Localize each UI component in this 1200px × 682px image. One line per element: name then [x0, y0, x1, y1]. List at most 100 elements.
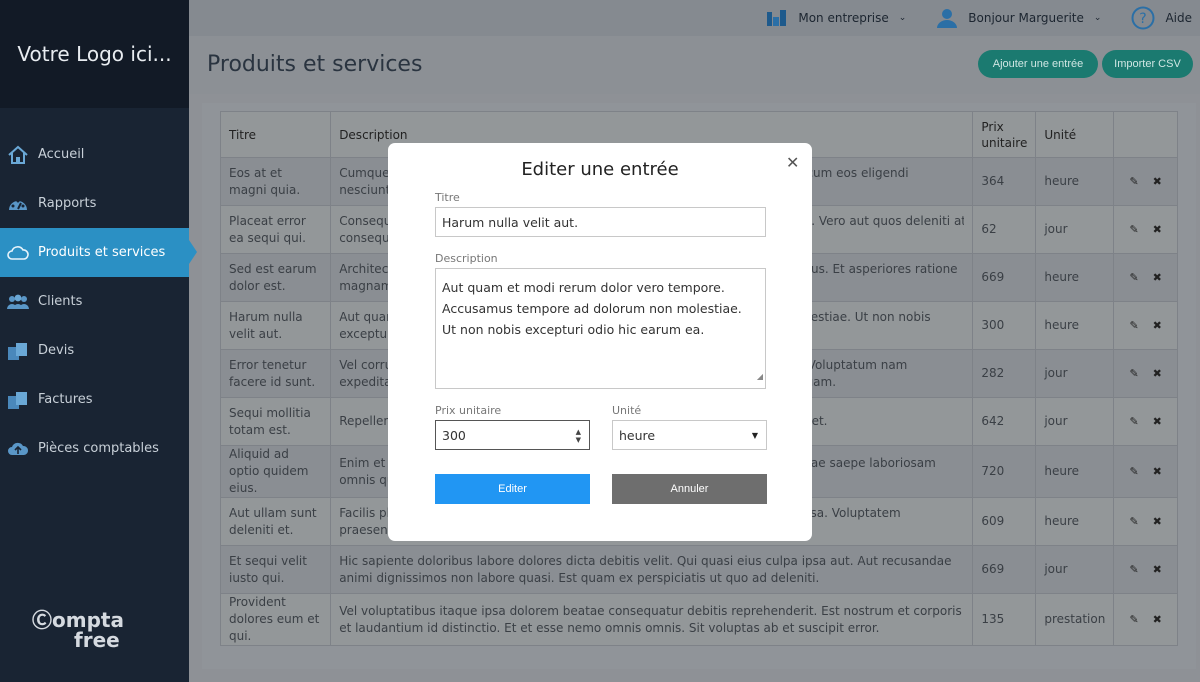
resize-handle-icon[interactable]: ◢ [757, 366, 763, 387]
sidebar: Votre Logo ici... Accueil Rapports Produ… [0, 0, 197, 682]
sidebar-item-clients[interactable]: Clients [0, 277, 189, 326]
edit-pencil-icon[interactable]: ✎ [1129, 317, 1138, 334]
column-header-prix: Prix unitaire [972, 111, 1037, 158]
column-header-actions [1113, 111, 1178, 158]
cell-description-right: o ipsa. Voluptatem [788, 505, 901, 520]
cell-title: Placeat error ea sequi qui. [219, 205, 332, 254]
title-input-value: Harum nulla velit aut. [442, 214, 579, 230]
import-csv-button[interactable]: Importer CSV [1102, 50, 1193, 78]
edit-pencil-icon[interactable]: ✎ [1129, 513, 1138, 530]
delete-x-icon[interactable]: ✖ [1153, 561, 1162, 578]
help-link[interactable]: ? Aide [1131, 6, 1192, 30]
company-name: Mon entreprise [798, 11, 889, 25]
delete-x-icon[interactable]: ✖ [1153, 463, 1162, 480]
cell-description-right: ex cum eos eligendi [788, 165, 909, 180]
cell-actions: ✎ ✖ [1113, 545, 1178, 594]
sidebar-item-devis[interactable]: Devis [0, 326, 189, 375]
cell-price: 642 [972, 397, 1037, 446]
cloud-upload-icon [6, 437, 30, 461]
unit-label: Unité [612, 404, 642, 417]
logo-text: Votre Logo ici... [17, 42, 172, 66]
sidebar-item-produits[interactable]: Produits et services [0, 228, 197, 277]
help-label: Aide [1165, 11, 1192, 25]
logo[interactable]: Votre Logo ici... [0, 0, 189, 108]
cell-price: 609 [972, 497, 1037, 546]
sidebar-item-label: Pièces comptables [38, 441, 159, 456]
company-icon [766, 9, 788, 27]
user-menu[interactable]: Bonjour Marguerite ⌄ [936, 7, 1101, 29]
edit-pencil-icon[interactable]: ✎ [1129, 611, 1138, 628]
edit-entry-modal: Editer une entrée ✕ Titre Harum nulla ve… [388, 143, 812, 541]
description-textarea[interactable]: Aut quam et modi rerum dolor vero tempor… [435, 268, 766, 389]
chevron-down-icon: ⌄ [1093, 13, 1102, 23]
cell-description-right: cilis. Vero aut quos deleniti at [788, 213, 965, 228]
svg-text:?: ? [1140, 11, 1147, 27]
cell-description-left2: expedita [339, 374, 392, 389]
cell-price: 135 [972, 593, 1037, 646]
delete-x-icon[interactable]: ✖ [1153, 269, 1162, 286]
documents-icon [6, 388, 30, 412]
edit-pencil-icon[interactable]: ✎ [1129, 365, 1138, 382]
brand-line2: free [74, 628, 120, 652]
dashboard-icon [6, 192, 30, 216]
delete-x-icon[interactable]: ✖ [1153, 611, 1162, 628]
add-entry-button[interactable]: Ajouter une entrée [978, 50, 1098, 78]
dropdown-arrow-icon: ▼ [751, 431, 758, 440]
sidebar-item-label: Clients [38, 294, 83, 309]
topbar: Mon entreprise ⌄ Bonjour Marguerite ⌄ ? … [189, 0, 1200, 36]
cell-description-right: ore et. [788, 414, 828, 428]
cancel-button[interactable]: Annuler [612, 474, 767, 504]
cell-actions: ✎ ✖ [1113, 497, 1178, 546]
cell-actions: ✎ ✖ [1113, 157, 1178, 206]
close-icon[interactable]: ✕ [786, 153, 799, 172]
company-menu[interactable]: Mon entreprise ⌄ [766, 9, 906, 27]
delete-x-icon[interactable]: ✖ [1153, 221, 1162, 238]
column-header-unite: Unité [1035, 111, 1115, 158]
sidebar-item-factures[interactable]: Factures [0, 375, 189, 424]
cell-price: 669 [972, 545, 1037, 594]
unit-select[interactable]: heure ▼ [612, 420, 767, 450]
edit-pencil-icon[interactable]: ✎ [1129, 413, 1138, 430]
sidebar-item-pieces[interactable]: Pièces comptables [0, 424, 189, 473]
edit-pencil-icon[interactable]: ✎ [1129, 463, 1138, 480]
delete-x-icon[interactable]: ✖ [1153, 413, 1162, 430]
edit-pencil-icon[interactable]: ✎ [1129, 561, 1138, 578]
sidebar-item-label: Devis [38, 343, 75, 358]
table-row: Provident dolores eum et qui. Vel volupt… [219, 593, 1178, 646]
cell-price: 720 [972, 445, 1037, 498]
cell-description-left: Cumque [339, 165, 390, 180]
chevron-down-icon: ⌄ [898, 13, 907, 23]
edit-pencil-icon[interactable]: ✎ [1129, 221, 1138, 238]
delete-x-icon[interactable]: ✖ [1153, 317, 1162, 334]
cell-title: Sed est earum dolor est. [219, 253, 332, 302]
cell-description-left: Facilis pl [339, 505, 390, 520]
cell-actions: ✎ ✖ [1113, 397, 1178, 446]
cell-price: 62 [972, 205, 1037, 254]
cell-actions: ✎ ✖ [1113, 593, 1178, 646]
description-textarea-value: Aut quam et modi rerum dolor vero tempor… [442, 280, 742, 337]
delete-x-icon[interactable]: ✖ [1153, 365, 1162, 382]
brand-logo: Ⓒompta free [32, 610, 124, 650]
description-label: Description [435, 252, 498, 265]
cell-description-left2: omnis qu [339, 472, 392, 487]
sidebar-item-label: Rapports [38, 196, 97, 211]
spinner-arrows-icon[interactable]: ▲ ▼ [576, 428, 581, 444]
cell-description-left: Consequ [339, 213, 392, 228]
price-input[interactable]: 300 ▲ ▼ [435, 420, 590, 450]
cell-description-right: andae saepe laboriosam [788, 455, 936, 470]
title-input[interactable]: Harum nulla velit aut. [435, 207, 766, 237]
sidebar-item-rapports[interactable]: Rapports [0, 179, 189, 228]
brand-c-icon: Ⓒ [32, 608, 52, 632]
help-icon: ? [1131, 6, 1155, 30]
edit-pencil-icon[interactable]: ✎ [1129, 173, 1138, 190]
delete-x-icon[interactable]: ✖ [1153, 173, 1162, 190]
edit-pencil-icon[interactable]: ✎ [1129, 269, 1138, 286]
user-icon [936, 7, 958, 29]
sidebar-item-label: Accueil [38, 147, 85, 162]
cell-price: 300 [972, 301, 1037, 350]
sidebar-item-accueil[interactable]: Accueil [0, 130, 189, 179]
cell-price: 282 [972, 349, 1037, 398]
page-title: Produits et services [207, 52, 423, 77]
delete-x-icon[interactable]: ✖ [1153, 513, 1162, 530]
submit-button[interactable]: Editer [435, 474, 590, 504]
